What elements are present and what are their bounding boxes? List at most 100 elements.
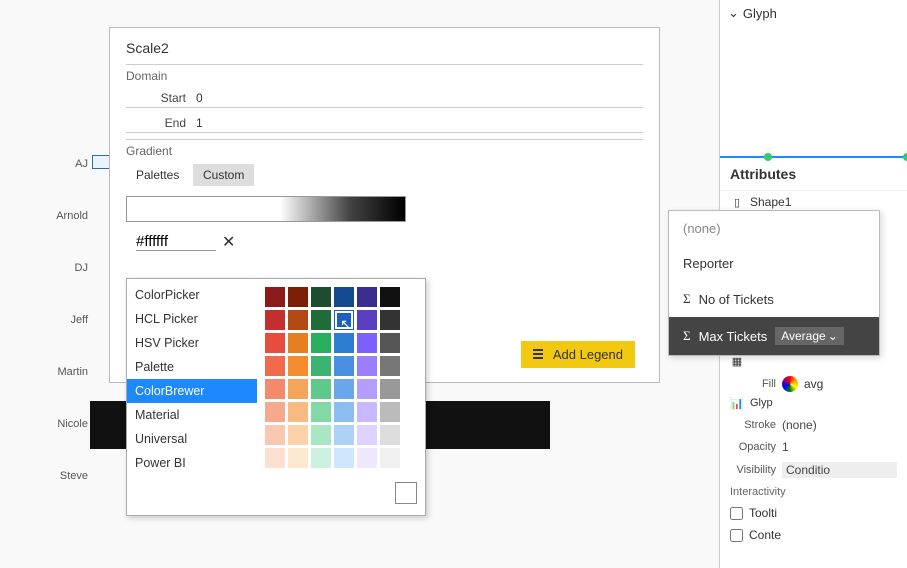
end-label: End xyxy=(126,116,186,130)
color-swatch[interactable] xyxy=(357,287,377,307)
color-swatch[interactable] xyxy=(334,379,354,399)
color-swatch[interactable] xyxy=(380,425,400,445)
sigma-icon: Σ xyxy=(683,328,691,344)
ctx-reporter[interactable]: Reporter xyxy=(669,246,879,281)
color-swatch[interactable] xyxy=(288,356,308,376)
color-swatch[interactable] xyxy=(311,356,331,376)
ctx-no-of-tickets[interactable]: Σ No of Tickets xyxy=(669,281,879,317)
clear-icon[interactable]: ✕ xyxy=(222,232,235,252)
tab-custom[interactable]: Custom xyxy=(193,164,254,186)
color-swatch[interactable] xyxy=(288,287,308,307)
resize-handle[interactable] xyxy=(903,153,907,161)
picker-item-colorpicker[interactable]: ColorPicker xyxy=(127,283,257,307)
aggregate-chip[interactable]: Average ⌄ xyxy=(775,327,844,345)
opacity-label: Opacity xyxy=(730,441,776,453)
color-swatch[interactable] xyxy=(357,425,377,445)
axis-label: Arnold xyxy=(48,210,88,222)
color-swatch[interactable] xyxy=(288,333,308,353)
color-swatch[interactable] xyxy=(311,402,331,422)
color-swatch[interactable] xyxy=(357,333,377,353)
fill-value: avg xyxy=(804,377,823,391)
axis-label: DJ xyxy=(48,262,88,274)
tooltip-label: Toolti xyxy=(749,506,777,520)
shape-name: Shape1 xyxy=(750,195,791,209)
color-swatch[interactable] xyxy=(265,333,285,353)
opacity-value[interactable]: 1 xyxy=(782,440,897,454)
picker-item-powerbi[interactable]: Power BI xyxy=(127,451,257,475)
color-swatch[interactable] xyxy=(380,333,400,353)
grid-icon[interactable]: ▦ xyxy=(730,354,744,368)
picker-item-material[interactable]: Material xyxy=(127,403,257,427)
color-swatch[interactable] xyxy=(311,448,331,468)
color-swatch[interactable] xyxy=(288,402,308,422)
picker-item-hsv[interactable]: HSV Picker xyxy=(127,331,257,355)
color-swatch[interactable] xyxy=(334,448,354,468)
picker-item-colorbrewer[interactable]: ColorBrewer xyxy=(127,379,257,403)
color-swatch[interactable] xyxy=(357,310,377,330)
color-swatch[interactable] xyxy=(288,310,308,330)
color-swatch[interactable] xyxy=(380,287,400,307)
gradient-section-label: Gradient xyxy=(126,139,643,158)
color-swatch[interactable] xyxy=(334,356,354,376)
glyph-mini-icon[interactable]: 📊 xyxy=(730,396,744,410)
context-checkbox[interactable] xyxy=(730,529,743,542)
start-value[interactable]: 0 xyxy=(196,91,203,105)
add-legend-button[interactable]: Add Legend xyxy=(521,341,635,368)
stroke-value[interactable]: (none) xyxy=(782,418,897,432)
color-swatch[interactable] xyxy=(357,402,377,422)
swatch-grid: ↖ xyxy=(257,279,425,515)
axis-label: Nicole xyxy=(48,418,88,430)
color-swatch[interactable] xyxy=(265,356,285,376)
color-swatch[interactable] xyxy=(265,402,285,422)
gradient-preview[interactable] xyxy=(126,196,406,222)
context-label: Conte xyxy=(749,528,781,542)
tab-palettes[interactable]: Palettes xyxy=(126,164,189,186)
color-swatch[interactable]: ↖ xyxy=(334,310,354,330)
color-swatch[interactable] xyxy=(380,310,400,330)
ctx-none[interactable]: (none) xyxy=(669,211,879,246)
color-swatch[interactable] xyxy=(311,287,331,307)
color-swatch[interactable] xyxy=(380,379,400,399)
color-swatch[interactable] xyxy=(265,287,285,307)
picker-item-hcl[interactable]: HCL Picker xyxy=(127,307,257,331)
color-swatch[interactable] xyxy=(357,356,377,376)
sigma-icon: Σ xyxy=(683,291,691,307)
glyph-panel-header[interactable]: Glyph xyxy=(720,0,907,28)
color-swatch[interactable] xyxy=(311,425,331,445)
color-swatch[interactable] xyxy=(334,425,354,445)
color-swatch[interactable] xyxy=(380,402,400,422)
color-swatch[interactable] xyxy=(265,448,285,468)
picker-item-universal[interactable]: Universal xyxy=(127,427,257,451)
color-swatch[interactable] xyxy=(311,333,331,353)
ctx-max-tickets-label: Max Tickets xyxy=(699,329,768,344)
fill-label: Fill xyxy=(730,378,776,390)
field-context-menu: (none) Reporter Σ No of Tickets Σ Max Ti… xyxy=(668,210,880,356)
legend-icon xyxy=(533,349,547,361)
picker-item-palette[interactable]: Palette xyxy=(127,355,257,379)
no-color-swatch[interactable] xyxy=(395,482,417,504)
color-swatch[interactable] xyxy=(334,402,354,422)
ctx-max-tickets[interactable]: Σ Max Tickets Average ⌄ xyxy=(669,317,879,355)
color-swatch[interactable] xyxy=(265,425,285,445)
color-swatch[interactable] xyxy=(311,310,331,330)
axis-label: Steve xyxy=(48,470,88,482)
hex-input[interactable] xyxy=(136,233,216,251)
color-swatch[interactable] xyxy=(265,379,285,399)
color-swatch[interactable] xyxy=(357,379,377,399)
color-swatch[interactable] xyxy=(311,379,331,399)
color-swatch[interactable] xyxy=(334,333,354,353)
color-swatch[interactable] xyxy=(288,425,308,445)
color-swatch[interactable] xyxy=(265,310,285,330)
color-swatch[interactable] xyxy=(334,287,354,307)
resize-handle[interactable] xyxy=(764,153,772,161)
color-swatch[interactable] xyxy=(380,448,400,468)
tooltip-checkbox[interactable] xyxy=(730,507,743,520)
end-value[interactable]: 1 xyxy=(196,116,203,130)
shape-icon: ▯ xyxy=(730,195,744,209)
color-swatch[interactable] xyxy=(380,356,400,376)
color-swatch[interactable] xyxy=(357,448,377,468)
visibility-value[interactable]: Conditio xyxy=(782,462,897,478)
color-swatch[interactable] xyxy=(288,379,308,399)
palette-icon[interactable] xyxy=(782,376,798,392)
color-swatch[interactable] xyxy=(288,448,308,468)
